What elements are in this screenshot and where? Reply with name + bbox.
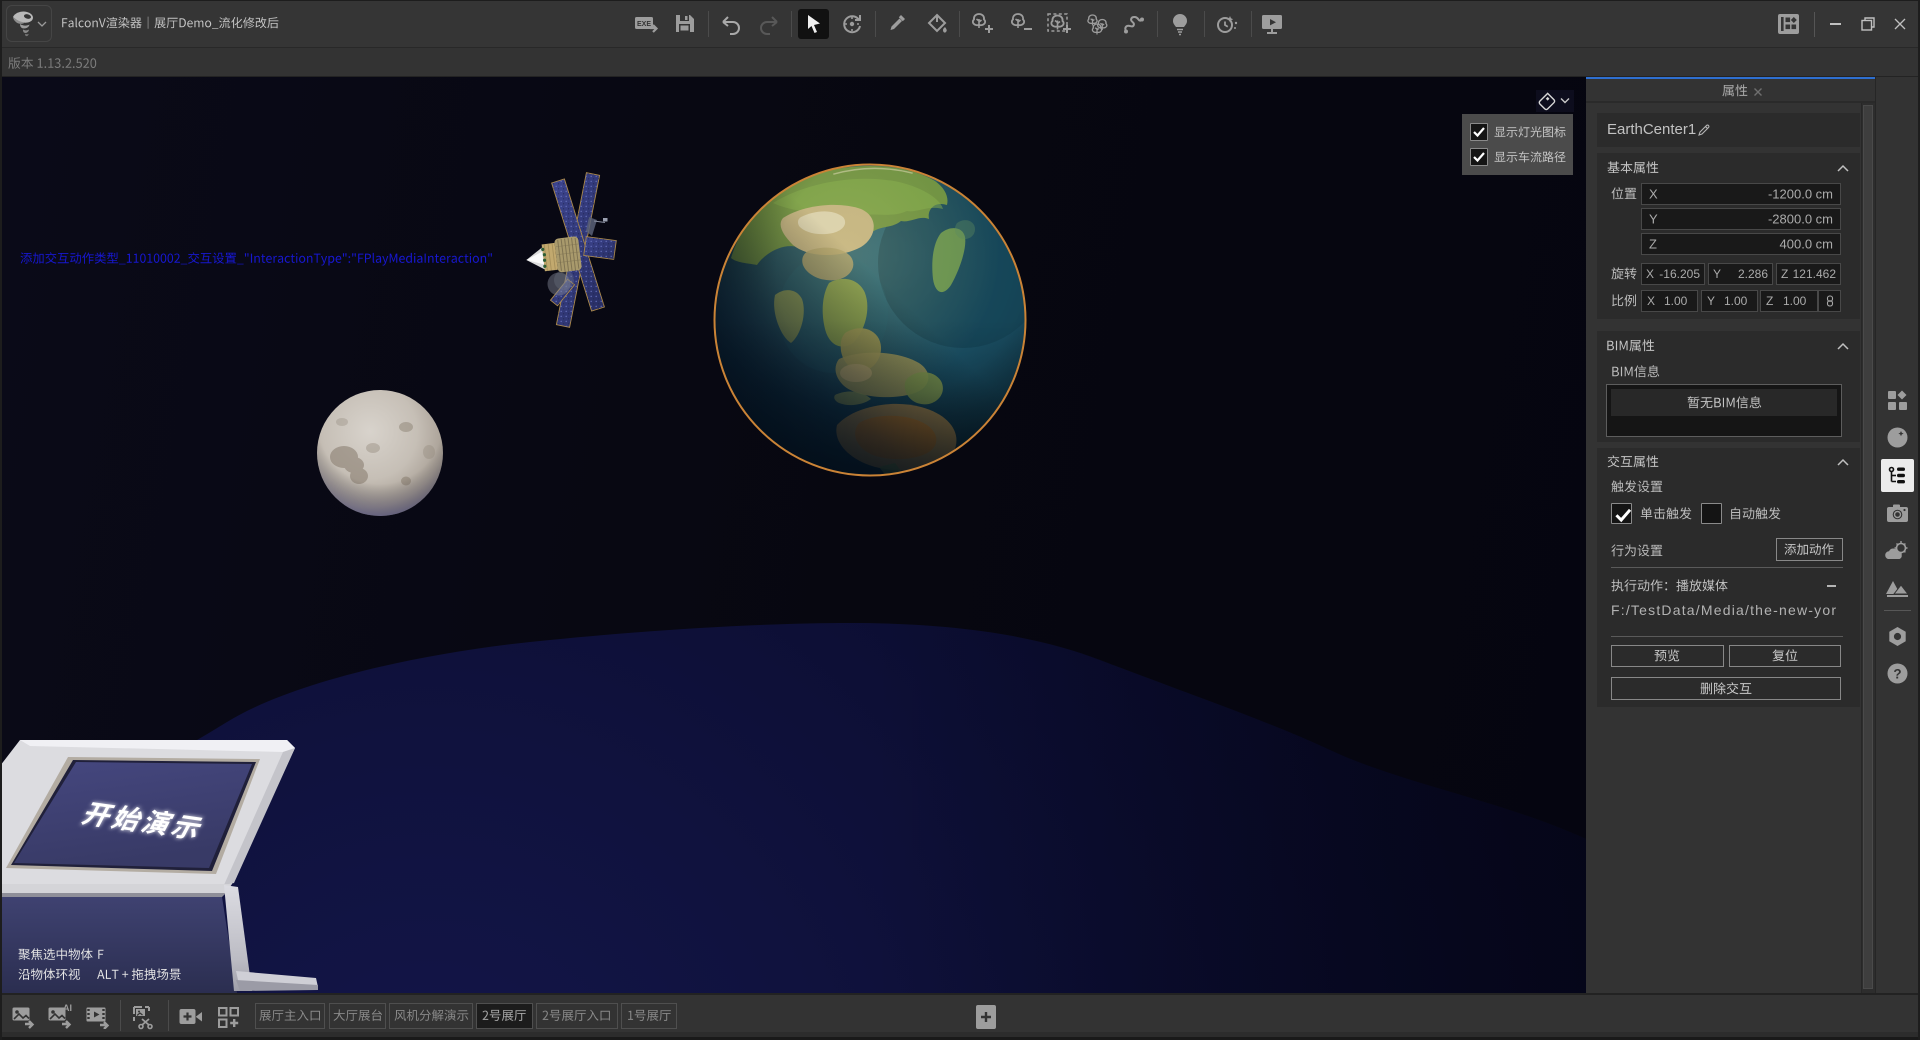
svg-text:AI: AI xyxy=(63,1003,72,1013)
svg-text:?: ? xyxy=(1893,666,1901,681)
svg-text:EXE: EXE xyxy=(637,21,651,28)
